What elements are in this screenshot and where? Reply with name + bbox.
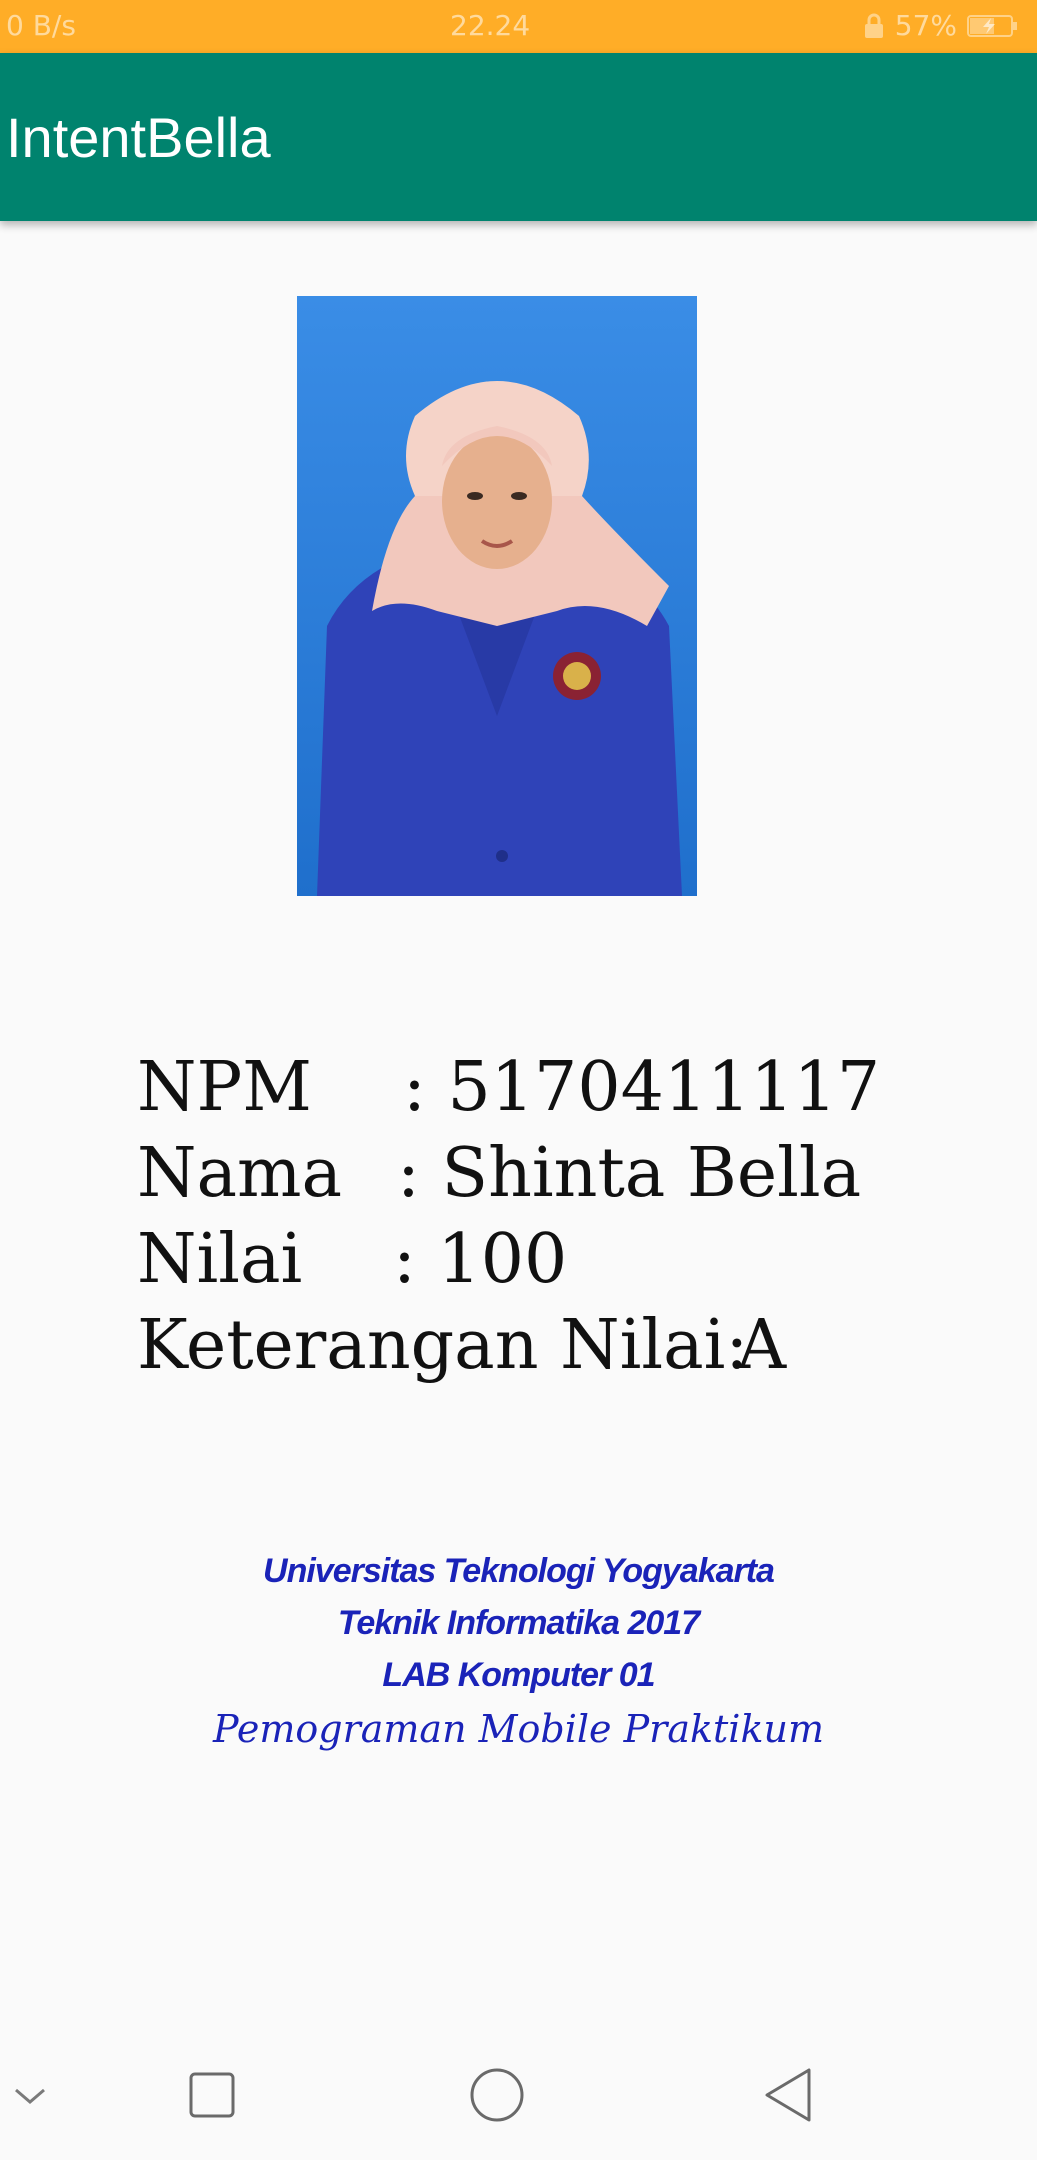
npm-label: NPM [137,1048,312,1127]
university-name: Universitas Teknologi Yogyakarta [263,1552,775,1590]
nav-recent-apps-button[interactable] [170,2030,254,2160]
nilai-value: : 100 [393,1220,568,1299]
chevron-down-icon [15,2088,45,2104]
department-name: Teknik Informatika 2017 [337,1604,700,1642]
status-time: 22.24 [450,9,531,42]
battery-charging-icon [967,14,1017,37]
lab-name: LAB Komputer 01 [382,1656,655,1694]
network-speed: 0 B/s [6,9,76,42]
nama-value: : Shinta Bella [397,1134,862,1213]
lock-icon [864,13,883,38]
back-icon [765,2068,811,2122]
course-name: Pemograman Mobile Praktikum [212,1707,824,1751]
nav-hide-button[interactable] [0,2030,60,2160]
status-bar: 0 B/s 22.24 57% [0,0,1037,53]
keterangan-value: A [737,1306,787,1385]
footer: Universitas Teknologi Yogyakarta Teknik … [0,1545,1037,1757]
home-icon [470,2068,524,2122]
keterangan-label: Keterangan Nilai: [137,1306,749,1385]
npm-value: : 5170411117 [403,1048,881,1127]
nilai-label: Nilai [137,1220,303,1299]
battery-percent: 57% [894,9,957,42]
app-title: IntentBella [6,106,271,169]
nama-label: Nama [137,1134,343,1213]
nav-back-button[interactable] [746,2030,830,2160]
navigation-bar [0,2030,1037,2160]
app-bar: IntentBella [0,53,1037,221]
profile-photo [297,296,697,896]
nav-home-button[interactable] [452,2030,542,2160]
status-right: 57% [863,9,1019,42]
recent-apps-icon [189,2072,235,2118]
